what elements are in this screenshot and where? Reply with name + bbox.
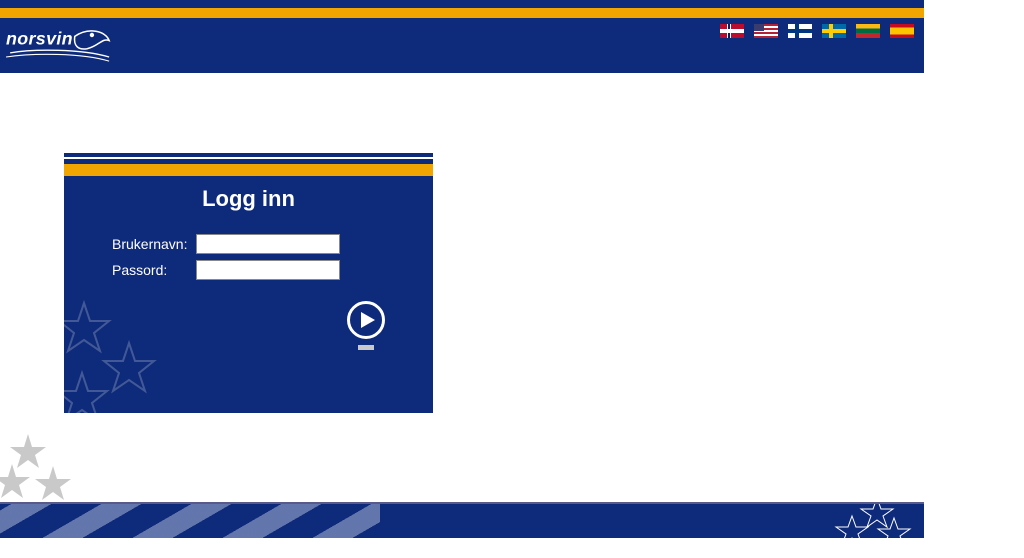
footer	[0, 502, 924, 538]
header: norsvin	[0, 18, 924, 73]
stripe	[0, 8, 924, 18]
lithuania-flag[interactable]	[856, 24, 880, 38]
submit-underline	[358, 345, 374, 350]
login-form: Brukernavn: Passord:	[64, 234, 433, 280]
submit-area	[347, 301, 385, 350]
password-label: Passord:	[112, 262, 196, 278]
login-panel: Logg inn Brukernavn: Passord:	[64, 153, 433, 413]
footer-stars-icon	[822, 504, 912, 538]
username-input[interactable]	[196, 234, 340, 254]
username-row: Brukernavn:	[112, 234, 433, 254]
language-flags	[720, 22, 914, 38]
usa-flag[interactable]	[754, 24, 778, 38]
spain-flag[interactable]	[890, 24, 914, 38]
top-stripes	[0, 0, 924, 18]
finland-flag[interactable]	[788, 24, 812, 38]
svg-text:norsvin: norsvin	[6, 29, 73, 49]
password-input[interactable]	[196, 260, 340, 280]
norsvin-logo-icon: norsvin	[6, 22, 116, 70]
sweden-flag[interactable]	[822, 24, 846, 38]
norway-flag[interactable]	[720, 24, 744, 38]
stripe	[64, 164, 433, 176]
password-row: Passord:	[112, 260, 433, 280]
arrow-right-icon	[361, 312, 375, 328]
login-body: Logg inn Brukernavn: Passord:	[64, 176, 433, 413]
diagonal-stripes	[0, 504, 380, 538]
footer-band	[0, 504, 924, 538]
brand-logo: norsvin	[6, 22, 116, 70]
login-submit-button[interactable]	[347, 301, 385, 339]
decorative-stars-icon	[64, 293, 194, 413]
login-title: Logg inn	[64, 186, 433, 212]
username-label: Brukernavn:	[112, 236, 196, 252]
decorative-stars-bottom	[0, 432, 88, 512]
